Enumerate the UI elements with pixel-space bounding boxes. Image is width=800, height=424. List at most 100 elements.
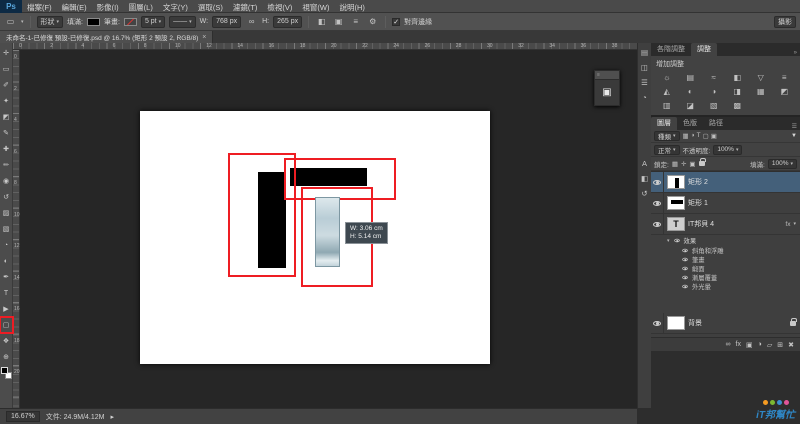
filter-smart-object-icon[interactable]: ▣ [711, 132, 717, 140]
visibility-eye-icon[interactable] [682, 257, 688, 262]
collapsed-histogram-panel-icon[interactable]: ☰ [639, 76, 651, 88]
stroke-width-select[interactable]: 5 pt ▾ [140, 15, 166, 28]
layer-effect-item[interactable]: 緞面 [651, 264, 800, 273]
posterize-icon[interactable]: ▥ [655, 99, 679, 112]
layer-row[interactable]: 矩形 2 [651, 172, 800, 193]
type-tool[interactable]: T [0, 285, 13, 301]
layer-row[interactable]: T IT邦貝 4 fx ▾ [651, 214, 800, 235]
fill-swatch[interactable] [86, 17, 100, 26]
layer-thumbnail[interactable] [667, 175, 685, 189]
filter-adjustment-icon[interactable]: ◑ [691, 132, 695, 140]
canvas-area[interactable]: W: 3.06 cm H: 5.14 cm ≡ ▣ [20, 50, 637, 408]
align-edges-checkbox[interactable]: ✓ [392, 17, 401, 26]
adjustment-layer-icon[interactable]: ◑ [758, 341, 762, 348]
chevron-down-icon[interactable]: ▾ [793, 221, 796, 227]
visibility-eye-icon[interactable] [653, 200, 661, 206]
panel-menu-icon[interactable]: ☰ [789, 123, 800, 130]
visibility-eye-icon[interactable] [682, 248, 688, 253]
stroke-style-select[interactable]: —— ▾ [169, 15, 196, 28]
menu-view[interactable]: 檢視(V) [262, 3, 297, 12]
visibility-eye-icon[interactable] [653, 221, 661, 227]
gradient-map-icon[interactable]: ▩ [726, 99, 750, 112]
menu-filter[interactable]: 濾鏡(T) [228, 3, 263, 12]
gear-icon[interactable]: ⚙ [366, 16, 379, 28]
path-alignment-icon[interactable]: ▣ [332, 16, 345, 28]
curves-icon[interactable]: ≈ [702, 71, 726, 84]
tool-preset-icon[interactable]: ▭ [4, 16, 17, 28]
eyedropper-tool[interactable]: ✎ [0, 125, 13, 141]
menu-window[interactable]: 視窗(W) [297, 3, 334, 12]
collapsed-properties-panel-icon[interactable]: ▤ [639, 46, 651, 58]
vertical-ruler[interactable]: 0 2 4 6 8 10 12 14 16 18 20 [13, 50, 20, 408]
fill-opacity-input[interactable]: 100% ▾ [767, 158, 797, 169]
lasso-tool[interactable]: ✐ [0, 77, 13, 93]
filter-type-icon[interactable]: T [697, 132, 701, 140]
layer-mask-icon[interactable]: ▣ [746, 341, 753, 349]
chevron-down-icon[interactable]: ▾ [667, 238, 670, 244]
layer-visibility-cell[interactable] [651, 193, 664, 213]
hue-saturation-icon[interactable]: ≡ [773, 71, 797, 84]
layer-row[interactable]: 背景 [651, 313, 800, 334]
rectangular-marquee-tool[interactable]: ▭ [0, 61, 13, 77]
path-selection-tool[interactable]: ▶ [0, 301, 13, 317]
layer-effect-item[interactable]: 筆畫 [651, 255, 800, 264]
threshold-icon[interactable]: ◪ [679, 99, 703, 112]
height-input[interactable]: 265 px [273, 15, 303, 28]
foreground-color-swatch[interactable] [0, 367, 8, 374]
opacity-input[interactable]: 100% ▾ [713, 144, 743, 155]
visibility-eye-icon[interactable] [682, 284, 688, 289]
brightness-contrast-icon[interactable]: ☼ [655, 71, 679, 84]
channel-mixer-icon[interactable]: ◨ [726, 85, 750, 98]
clone-stamp-tool[interactable]: ◉ [0, 173, 13, 189]
layer-effect-item[interactable]: 外光暈 [651, 282, 800, 291]
lock-all-icon[interactable] [698, 158, 706, 166]
floating-panel-icon[interactable]: ▣ [594, 80, 620, 106]
shape-mode-select[interactable]: 形狀 ▾ [36, 15, 64, 28]
menu-layer[interactable]: 圖層(L) [124, 3, 158, 12]
collapse-panels-icon[interactable]: » [791, 50, 800, 56]
stroke-swatch[interactable] [123, 17, 137, 26]
lock-position-icon[interactable]: ✛ [681, 160, 686, 168]
workspace-switcher[interactable]: 攝影 [774, 15, 796, 28]
vibrance-icon[interactable]: ▽ [749, 71, 773, 84]
color-balance-icon[interactable]: ◭ [655, 85, 679, 98]
tab-layers[interactable]: 圖層 [651, 117, 677, 130]
layer-thumbnail[interactable] [667, 196, 685, 210]
history-brush-tool[interactable]: ↺ [0, 189, 13, 205]
move-tool[interactable]: ✛ [0, 45, 13, 61]
visibility-eye-icon[interactable] [682, 266, 688, 271]
dodge-tool[interactable]: ◐ [0, 253, 13, 269]
floating-panel-header[interactable]: ≡ [594, 70, 620, 80]
quick-selection-tool[interactable]: ✦ [0, 93, 13, 109]
menu-select[interactable]: 選取(S) [193, 3, 228, 12]
new-group-icon[interactable]: ▱ [767, 341, 772, 349]
path-operations-icon[interactable]: ◧ [315, 16, 328, 28]
link-layers-icon[interactable]: ∞ [726, 341, 731, 348]
filter-shape-icon[interactable]: ▢ [703, 132, 709, 140]
visibility-eye-icon[interactable] [682, 275, 688, 280]
layer-visibility-cell[interactable] [651, 172, 664, 192]
status-menu-arrow-icon[interactable]: ▸ [111, 413, 115, 421]
filter-funnel-icon[interactable]: ▼ [791, 133, 797, 139]
gradient-tool[interactable]: ▧ [0, 221, 13, 237]
spot-healing-brush-tool[interactable]: ✚ [0, 141, 13, 157]
layer-visibility-cell[interactable] [651, 214, 664, 234]
visibility-eye-icon[interactable] [653, 179, 661, 185]
blend-mode-select[interactable]: 正常 ▾ [654, 144, 680, 155]
floating-collapsed-panel[interactable]: ≡ ▣ [594, 70, 620, 106]
lock-image-icon[interactable]: ▣ [689, 160, 695, 168]
layer-style-icon[interactable]: fx [736, 341, 741, 348]
eraser-tool[interactable]: ▨ [0, 205, 13, 221]
selective-color-icon[interactable]: ▧ [702, 99, 726, 112]
visibility-eye-icon[interactable] [653, 320, 661, 326]
layer-row[interactable]: 矩形 1 [651, 193, 800, 214]
collapsed-history-panel-icon[interactable]: ↺ [639, 187, 651, 199]
rectangle-tool[interactable]: ▢ [0, 316, 14, 334]
brush-tool[interactable]: ✏ [0, 157, 13, 173]
black-white-icon[interactable]: ◐ [679, 85, 703, 98]
zoom-level-input[interactable]: 16.67% [6, 411, 40, 422]
delete-layer-icon[interactable]: ✖ [788, 341, 794, 349]
collapsed-info-panel-icon[interactable]: ◫ [639, 61, 651, 73]
layer-effects-header[interactable]: ▾ 效果 [651, 235, 800, 246]
crop-tool[interactable]: ◩ [0, 109, 13, 125]
